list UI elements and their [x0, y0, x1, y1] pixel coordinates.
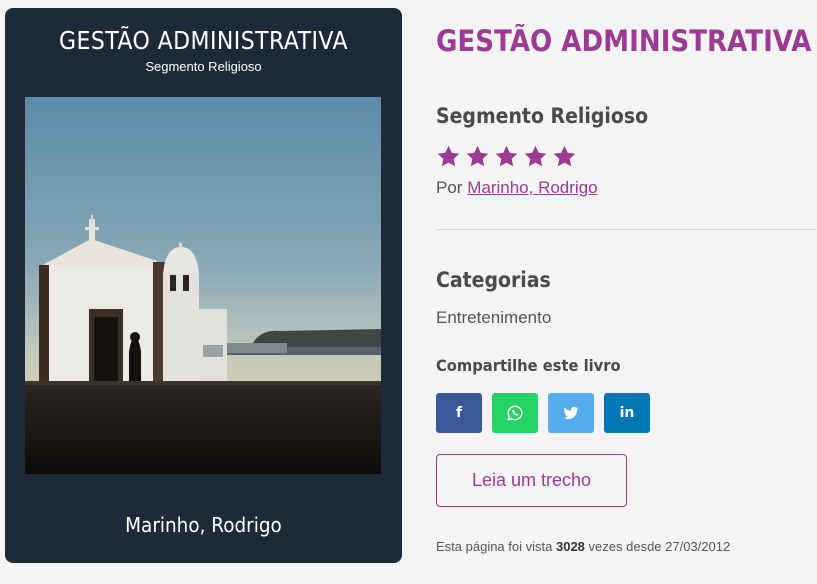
categories-heading: Categorias — [436, 268, 551, 292]
whatsapp-icon — [507, 405, 523, 421]
author-link[interactable]: Marinho, Rodrigo — [467, 178, 597, 197]
share-buttons: f in — [436, 393, 650, 433]
book-title: GESTÃO ADMINISTRATIVA — [436, 24, 812, 58]
cover-photo — [25, 97, 381, 474]
cover-author: Marinho, Rodrigo — [125, 513, 282, 537]
author-byline: Por Marinho, Rodrigo — [436, 178, 598, 198]
facebook-share-button[interactable]: f — [436, 393, 482, 433]
twitter-icon — [563, 406, 579, 420]
linkedin-icon: in — [619, 405, 635, 421]
cover-subtitle: Segmento Religioso — [145, 59, 262, 74]
byline-prefix: Por — [436, 178, 463, 197]
whatsapp-share-button[interactable] — [492, 393, 538, 433]
cover-title: GESTÃO ADMINISTRATIVA — [58, 26, 349, 55]
twitter-share-button[interactable] — [548, 393, 594, 433]
star-icon — [495, 145, 518, 167]
star-icon — [437, 145, 460, 167]
views-prefix: Esta página foi vista — [436, 539, 553, 554]
star-icon — [553, 145, 576, 167]
read-excerpt-button[interactable]: Leia um trecho — [436, 454, 627, 507]
share-heading: Compartilhe este livro — [436, 356, 621, 375]
facebook-icon: f — [455, 405, 463, 421]
star-icon — [466, 145, 489, 167]
book-cover: GESTÃO ADMINISTRATIVA Segmento Religioso — [5, 8, 402, 563]
page-views-note: Esta página foi vista 3028 vezes desde 2… — [436, 539, 730, 554]
star-icon — [524, 145, 547, 167]
rating-stars — [436, 144, 577, 169]
book-subtitle: Segmento Religioso — [436, 104, 649, 128]
category-value: Entretenimento — [436, 308, 552, 327]
linkedin-share-button[interactable]: in — [604, 393, 650, 433]
views-count: 3028 — [555, 539, 585, 554]
divider — [436, 229, 817, 230]
views-suffix: vezes desde 27/03/2012 — [588, 539, 731, 554]
